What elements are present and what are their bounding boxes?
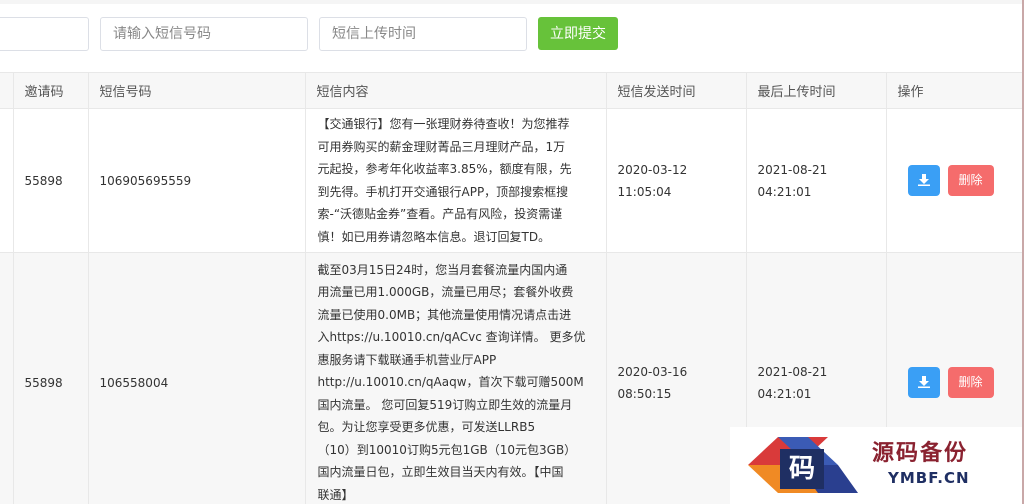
sent-date: 2020-03-16 — [617, 364, 688, 379]
download-button[interactable] — [907, 367, 940, 398]
content-line: 慎！如已用券请忽略本信息。退订回复TD。 — [317, 229, 551, 244]
content-line: http://u.10010.cn/qAaqw，首次下载可赠500M — [317, 375, 584, 390]
header-invite-code: 邀请码 — [13, 72, 89, 109]
content-line: 国内流量日包，立即生效目当天内有效。【中国 — [317, 465, 564, 480]
download-button[interactable] — [907, 165, 940, 196]
watermark-title: 源码备份 — [872, 441, 969, 466]
sms-number-cell: 106905695559 — [88, 108, 306, 253]
content-line: 可用券购买的薪金理财菁品三月理财产品，1万 — [317, 139, 566, 154]
watermark: 码 源码备份 YMBF.CN — [730, 427, 1024, 504]
upload-time-cell: 2021-08-21 04:21:01 — [746, 108, 887, 253]
first-filter-input[interactable] — [0, 17, 89, 51]
row-select-cell — [0, 252, 14, 504]
sent-date: 2020-03-12 — [617, 162, 688, 177]
header-sms-number: 短信号码 — [88, 72, 306, 109]
content-line: 国内流量。 您可回复519订购立即生效的流量月 — [317, 397, 573, 412]
content-line: 用流量已用1.000GB，流量已用尽；套餐外收费 — [317, 285, 574, 300]
content-line: 联通】 — [317, 487, 354, 502]
header-actions: 操作 — [886, 72, 1024, 109]
sms-content-cell: 截至03月15日24时，您当月套餐流量内国内通 用流量已用1.000GB，流量已… — [305, 252, 607, 504]
content-line: 流量已使用0.0MB；其他流量使用情况请点击进 — [317, 307, 572, 322]
upload-clock: 04:21:01 — [757, 386, 812, 401]
search-bar: 请输入短信号码 短信上传时间 立即提交 — [0, 17, 1024, 51]
download-icon — [917, 376, 930, 388]
upload-date: 2021-08-21 — [757, 364, 828, 379]
content-line: 截至03月15日24时，您当月套餐流量内国内通 — [317, 262, 568, 277]
watermark-logo-char: 码 — [780, 449, 824, 489]
upload-time-input[interactable]: 短信上传时间 — [319, 17, 527, 51]
sent-clock: 08:50:15 — [617, 386, 672, 401]
actions-cell: 删除 — [886, 108, 1024, 253]
content-line: 索-“沃德贴金券”查看。产品有风险，投资需谨 — [317, 207, 563, 221]
download-icon — [917, 174, 930, 186]
sms-number-input[interactable]: 请输入短信号码 — [100, 17, 308, 51]
content-line: 到先得。手机打开交通银行APP，顶部搜索框搜 — [317, 184, 569, 199]
content-line: （10）到10010订购5元包1GB（10元包3GB） — [317, 442, 577, 457]
content-line: 包。为让您享受更多优惠，可发送LLRB5 — [317, 420, 536, 435]
delete-button[interactable]: 删除 — [947, 165, 994, 196]
header-upload-time: 最后上传时间 — [746, 72, 887, 109]
header-select — [0, 72, 14, 109]
content-line: 元起投，参考年化收益率3.85%，额度有限，先 — [317, 162, 572, 176]
watermark-subtitle: YMBF.CN — [888, 469, 970, 487]
upload-clock: 04:21:01 — [757, 184, 812, 199]
top-edge — [0, 0, 1024, 4]
invite-code-cell: 55898 — [13, 108, 89, 253]
header-sent-time: 短信发送时间 — [606, 72, 747, 109]
table-row: 55898 106905695559 【交通银行】您有一张理财券待查收！为您推荐… — [0, 108, 1024, 253]
sent-time-cell: 2020-03-12 11:05:04 — [606, 108, 747, 253]
content-line: 【交通银行】您有一张理财券待查收！为您推荐 — [317, 117, 570, 131]
table-header: 邀请码 短信号码 短信内容 短信发送时间 最后上传时间 操作 — [0, 72, 1024, 109]
sent-time-cell: 2020-03-16 08:50:15 — [606, 252, 747, 504]
sent-clock: 11:05:04 — [617, 184, 672, 199]
header-sms-content: 短信内容 — [305, 72, 607, 109]
submit-button[interactable]: 立即提交 — [538, 17, 618, 50]
content-line: 入https://u.10010.cn/qACvc 查询详情。 更多优 — [317, 330, 586, 345]
row-select-cell — [0, 108, 14, 253]
sms-number-cell: 106558004 — [88, 252, 306, 504]
upload-date: 2021-08-21 — [757, 162, 828, 177]
sms-content-cell: 【交通银行】您有一张理财券待查收！为您推荐 可用券购买的薪金理财菁品三月理财产品… — [305, 108, 607, 253]
invite-code-cell: 55898 — [13, 252, 89, 504]
content-line: 惠服务请下载联通手机营业厅APP — [317, 352, 497, 367]
delete-button[interactable]: 删除 — [947, 367, 994, 398]
